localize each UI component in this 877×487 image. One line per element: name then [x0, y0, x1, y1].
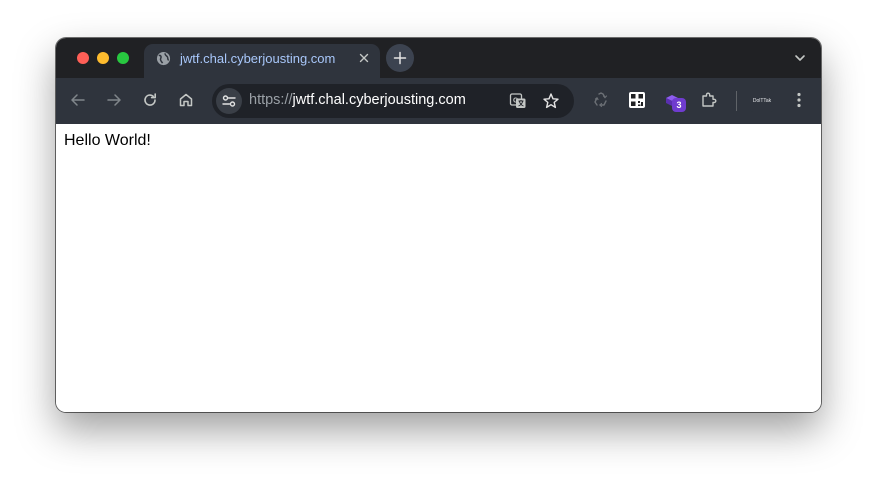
extension-badge: 3 [672, 98, 686, 112]
page-content: Hello World! [56, 124, 821, 412]
toolbar: https://jwtf.chal.cyberjousting.com G 3 … [56, 78, 821, 124]
new-tab-button[interactable] [386, 44, 414, 72]
chevron-down-icon[interactable] [793, 52, 807, 64]
plus-icon [393, 51, 407, 65]
url-host: jwtf.chal.cyberjousting.com [292, 92, 466, 108]
reload-icon[interactable] [140, 90, 160, 110]
toolbar-divider [736, 91, 737, 111]
tune-icon [222, 95, 236, 107]
home-icon[interactable] [176, 90, 196, 110]
address-bar[interactable]: https://jwtf.chal.cyberjousting.com G [212, 84, 574, 118]
browser-window: jwtf.chal.cyberjousting.com https://jwtf… [56, 38, 821, 412]
active-tab[interactable]: jwtf.chal.cyberjousting.com [144, 44, 380, 78]
tab-close-icon[interactable] [356, 50, 372, 66]
window-minimize-button[interactable] [97, 52, 109, 64]
page-body-text: Hello World! [64, 132, 151, 149]
back-arrow-icon[interactable] [68, 90, 88, 110]
translate-icon[interactable]: G [509, 92, 527, 110]
window-close-button[interactable] [77, 52, 89, 64]
url-scheme: https:// [249, 92, 293, 108]
tab-strip: jwtf.chal.cyberjousting.com [56, 38, 821, 78]
site-info-button[interactable] [216, 88, 242, 114]
tab-title: jwtf.chal.cyberjousting.com [180, 51, 336, 66]
star-icon[interactable] [542, 92, 560, 110]
extensions-puzzle-icon[interactable] [699, 90, 719, 110]
window-maximize-button[interactable] [117, 52, 129, 64]
url-text[interactable]: https://jwtf.chal.cyberjousting.com [249, 92, 466, 108]
forward-arrow-icon[interactable] [104, 90, 124, 110]
more-menu-icon[interactable] [789, 90, 809, 110]
profile-avatar[interactable]: DolTTak [750, 90, 774, 112]
globe-icon [156, 51, 171, 66]
recycle-extension-icon[interactable] [591, 90, 611, 110]
qr-code-icon[interactable] [627, 90, 647, 110]
